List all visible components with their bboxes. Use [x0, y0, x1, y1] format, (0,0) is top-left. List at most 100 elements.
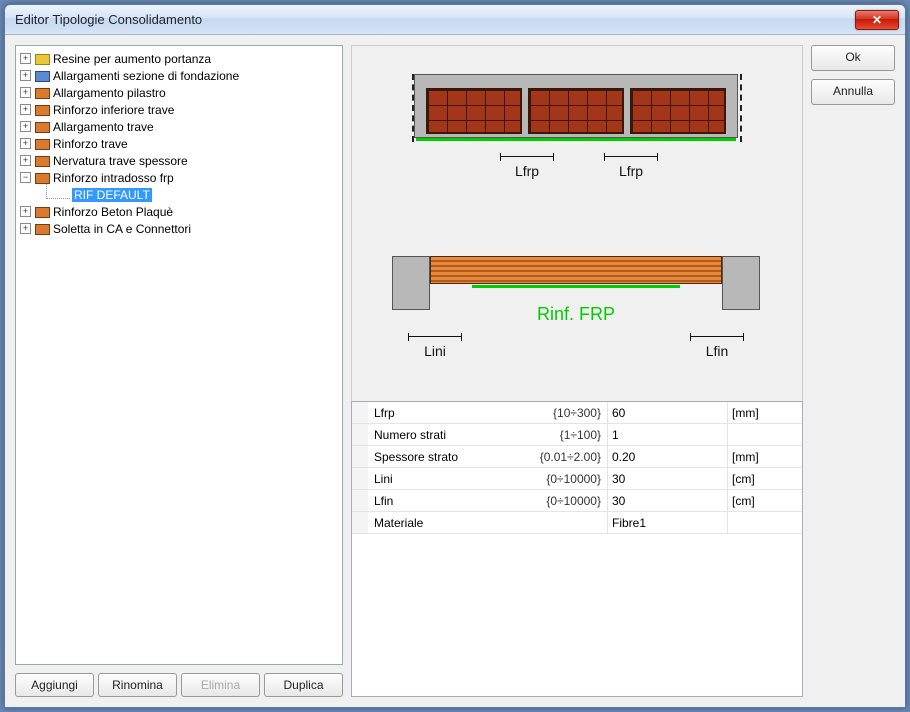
param-name: Lfrp	[374, 402, 553, 424]
category-icon	[34, 86, 50, 100]
tree-node-label: Allargamento trave	[53, 120, 154, 134]
expand-icon[interactable]: +	[20, 155, 31, 166]
param-range	[601, 512, 607, 534]
tree-node[interactable]: + Rinforzo trave	[18, 135, 340, 152]
tree-node[interactable]: + Resine per aumento portanza	[18, 50, 340, 67]
category-icon	[34, 154, 50, 168]
param-value[interactable]: 0.20	[608, 446, 728, 467]
tree-node-label: Rinforzo Beton Plaquè	[53, 205, 173, 219]
dim-lini: Lini	[408, 343, 462, 359]
tree-node-label: Rinforzo trave	[53, 137, 128, 151]
param-value[interactable]: 30	[608, 468, 728, 489]
tree-node-label: Rinforzo inferiore trave	[53, 103, 174, 117]
param-range: {10÷300}	[553, 402, 607, 424]
expand-icon[interactable]: +	[20, 70, 31, 81]
row-gutter	[352, 446, 368, 467]
tree-node[interactable]: + Allargamento pilastro	[18, 84, 340, 101]
add-button[interactable]: Aggiungi	[15, 673, 94, 697]
tree-child-node[interactable]: RIF DEFAULT	[18, 186, 340, 203]
param-name-cell: Numero strati{1÷100}	[368, 424, 608, 445]
category-icon	[34, 205, 50, 219]
row-gutter	[352, 512, 368, 533]
tree-node-label: Nervatura trave spessore	[53, 154, 188, 168]
close-button[interactable]: ✕	[855, 10, 899, 30]
expand-icon[interactable]: +	[20, 87, 31, 98]
expand-icon[interactable]: +	[20, 138, 31, 149]
param-value[interactable]: 60	[608, 402, 728, 423]
diagram-area: Lfrp Lfrp Rinf. FRP Lini Lfin	[351, 45, 803, 401]
row-gutter	[352, 468, 368, 489]
param-row[interactable]: Materiale Fibre1	[352, 512, 802, 534]
parameter-grid[interactable]: Lfrp{10÷300}60[mm]Numero strati{1÷100}1S…	[351, 401, 803, 697]
param-name-cell: Materiale	[368, 512, 608, 533]
tree-node[interactable]: + Soletta in CA e Connettori	[18, 220, 340, 237]
category-icon	[34, 52, 50, 66]
cancel-button[interactable]: Annulla	[811, 79, 895, 105]
param-unit: [mm]	[728, 446, 802, 467]
client-area: + Resine per aumento portanza + Allargament…	[5, 35, 905, 707]
param-unit	[728, 512, 802, 533]
param-name-cell: Spessore strato{0.01÷2.00}	[368, 446, 608, 467]
expand-icon[interactable]: +	[20, 206, 31, 217]
tree-node[interactable]: + Allargamento trave	[18, 118, 340, 135]
param-value[interactable]: Fibre1	[608, 512, 728, 533]
param-name-cell: Lini{0÷10000}	[368, 468, 608, 489]
type-tree[interactable]: + Resine per aumento portanza + Allargament…	[15, 45, 343, 665]
rename-button[interactable]: Rinomina	[98, 673, 177, 697]
param-name: Numero strati	[374, 424, 560, 446]
tree-node[interactable]: + Allargamenti sezione di fondazione	[18, 67, 340, 84]
param-name: Materiale	[374, 512, 601, 534]
tree-node[interactable]: + Nervatura trave spessore	[18, 152, 340, 169]
param-name-cell: Lfin{0÷10000}	[368, 490, 608, 511]
param-unit: [cm]	[728, 490, 802, 511]
param-row[interactable]: Lini{0÷10000}30[cm]	[352, 468, 802, 490]
tree-node-label: Allargamenti sezione di fondazione	[53, 69, 239, 83]
row-gutter	[352, 490, 368, 511]
param-row[interactable]: Numero strati{1÷100}1	[352, 424, 802, 446]
param-unit: [mm]	[728, 402, 802, 423]
param-value[interactable]: 1	[608, 424, 728, 445]
left-panel: + Resine per aumento portanza + Allargament…	[15, 45, 343, 697]
tree-node-label: Resine per aumento portanza	[53, 52, 211, 66]
param-range: {0÷10000}	[546, 490, 607, 512]
ok-button[interactable]: Ok	[811, 45, 895, 71]
tree-node[interactable]: + Rinforzo Beton Plaquè	[18, 203, 340, 220]
window-title: Editor Tipologie Consolidamento	[15, 12, 855, 27]
tree-child-label: RIF DEFAULT	[72, 188, 152, 202]
titlebar[interactable]: Editor Tipologie Consolidamento ✕	[5, 5, 905, 35]
expand-icon[interactable]: +	[20, 53, 31, 64]
param-unit: [cm]	[728, 468, 802, 489]
tree-actions: Aggiungi Rinomina Elimina Duplica	[15, 673, 343, 697]
rinf-frp-label: Rinf. FRP	[392, 304, 760, 325]
param-row[interactable]: Lfin{0÷10000}30[cm]	[352, 490, 802, 512]
category-icon	[34, 137, 50, 151]
tree-node-label: Rinforzo intradosso frp	[53, 171, 174, 185]
tree-node-label: Allargamento pilastro	[53, 86, 166, 100]
param-value[interactable]: 30	[608, 490, 728, 511]
center-panel: Lfrp Lfrp Rinf. FRP Lini Lfin Lfrp{10÷30…	[351, 45, 803, 697]
elevation-diagram: Rinf. FRP Lini Lfin	[392, 256, 760, 388]
category-icon	[34, 103, 50, 117]
category-icon	[34, 171, 50, 185]
duplicate-button[interactable]: Duplica	[264, 673, 343, 697]
dialog-buttons: Ok Annulla	[811, 45, 895, 697]
expand-icon[interactable]: −	[20, 172, 31, 183]
expand-icon[interactable]: +	[20, 223, 31, 234]
close-icon: ✕	[872, 13, 882, 27]
category-icon	[34, 222, 50, 236]
category-icon	[34, 69, 50, 83]
param-range: {0÷10000}	[546, 468, 607, 490]
tree-node-label: Soletta in CA e Connettori	[53, 222, 191, 236]
dim-lfin: Lfin	[690, 343, 744, 359]
category-icon	[34, 120, 50, 134]
delete-button: Elimina	[181, 673, 260, 697]
param-range: {1÷100}	[560, 424, 607, 446]
dim-lfrp-2: Lfrp	[604, 163, 658, 179]
cross-section-diagram: Lfrp Lfrp	[404, 74, 748, 184]
tree-node[interactable]: + Rinforzo inferiore trave	[18, 101, 340, 118]
param-row[interactable]: Spessore strato{0.01÷2.00}0.20[mm]	[352, 446, 802, 468]
param-name: Lini	[374, 468, 546, 490]
param-row[interactable]: Lfrp{10÷300}60[mm]	[352, 402, 802, 424]
expand-icon[interactable]: +	[20, 121, 31, 132]
expand-icon[interactable]: +	[20, 104, 31, 115]
